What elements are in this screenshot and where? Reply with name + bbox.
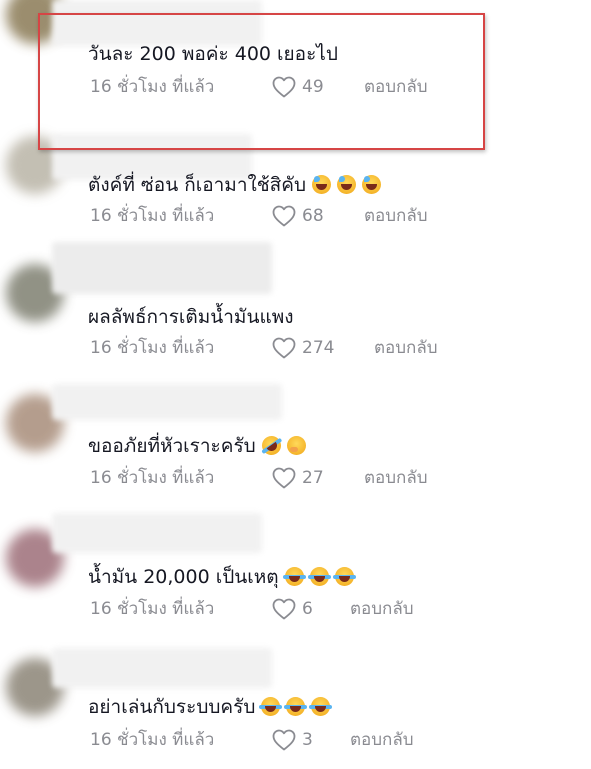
like-count: 3 bbox=[302, 730, 313, 750]
rolling-laughing-emoji bbox=[258, 432, 285, 459]
username-redacted bbox=[52, 0, 262, 46]
comment-text: ตังค์ที่ ซ่อน ก็เอามาใช้สิคับ bbox=[88, 173, 382, 197]
like-button[interactable]: 6 bbox=[272, 598, 313, 620]
comment-text: วันละ 200 พอค่ะ 400 เยอะไป bbox=[88, 43, 338, 65]
like-count: 274 bbox=[302, 338, 335, 358]
comment-time: 16 ชั่วโมง ที่แล้ว bbox=[90, 599, 215, 619]
grinning-sweat-emoji bbox=[337, 175, 357, 194]
reply-button[interactable]: ตอบกลับ bbox=[364, 467, 428, 489]
reply-button[interactable]: ตอบกลับ bbox=[364, 205, 428, 227]
comment-meta: 16 ชั่วโมง ที่แล้ว 68 ตอบกลับ bbox=[88, 205, 488, 229]
reply-button[interactable]: ตอบกลับ bbox=[350, 598, 414, 620]
comment-text: น้ำมัน 20,000 เป็นเหตุ bbox=[88, 565, 356, 589]
comment-time: 16 ชั่วโมง ที่แล้ว bbox=[90, 468, 215, 488]
like-button[interactable]: 49 bbox=[272, 76, 324, 98]
like-count: 68 bbox=[302, 206, 324, 226]
comment-time: 16 ชั่วโมง ที่แล้ว bbox=[90, 730, 215, 750]
comment-item: น้ำมัน 20,000 เป็นเหตุ 16 ชั่วโมง ที่แล้… bbox=[0, 513, 591, 653]
reply-button[interactable]: ตอบกลับ bbox=[374, 337, 438, 359]
username-redacted bbox=[52, 513, 262, 553]
like-button[interactable]: 274 bbox=[272, 337, 334, 359]
comment-time: 16 ชั่วโมง ที่แล้ว bbox=[90, 206, 215, 226]
comment-item: ขออภัยที่หัวเราะครับ 16 ชั่วโมง ที่แล้ว … bbox=[0, 384, 591, 522]
heart-outline-icon bbox=[272, 337, 296, 359]
heart-outline-icon bbox=[272, 598, 296, 620]
tears-of-joy-emoji bbox=[332, 567, 356, 586]
comment-item: อย่าเล่นกับระบบครับ 16 ชั่วโมง ที่แล้ว 3… bbox=[0, 648, 591, 769]
tears-of-joy-emoji bbox=[309, 697, 333, 716]
comment-time: 16 ชั่วโมง ที่แล้ว bbox=[90, 338, 215, 358]
comment-text: อย่าเล่นกับระบบครับ bbox=[88, 695, 333, 719]
tears-of-joy-emoji bbox=[282, 567, 306, 586]
comment-list: วันละ 200 พอค่ะ 400 เยอะไป 16 ชั่วโมง ที… bbox=[0, 0, 591, 769]
giggling-emoji bbox=[286, 436, 306, 455]
heart-outline-icon bbox=[272, 205, 296, 227]
reply-button[interactable]: ตอบกลับ bbox=[364, 76, 428, 98]
heart-outline-icon bbox=[272, 76, 296, 98]
comment-item: ตังค์ที่ ซ่อน ก็เอามาใช้สิคับ 16 ชั่วโมง… bbox=[0, 130, 591, 260]
comment-item: วันละ 200 พอค่ะ 400 เยอะไป 16 ชั่วโมง ที… bbox=[0, 0, 591, 130]
like-count: 6 bbox=[302, 599, 313, 619]
heart-outline-icon bbox=[272, 729, 296, 751]
comment-meta: 16 ชั่วโมง ที่แล้ว 3 ตอบกลับ bbox=[88, 729, 488, 753]
comment-text: ขออภัยที่หัวเราะครับ bbox=[88, 432, 306, 459]
like-button[interactable]: 3 bbox=[272, 729, 313, 751]
grinning-sweat-emoji bbox=[362, 175, 382, 194]
tears-of-joy-emoji bbox=[307, 567, 331, 586]
comment-item: ผลลัพธ์การเติมน้ำมันแพง 16 ชั่วโมง ที่แล… bbox=[0, 242, 591, 392]
like-count: 27 bbox=[302, 468, 324, 488]
like-count: 49 bbox=[302, 77, 324, 97]
comment-time: 16 ชั่วโมง ที่แล้ว bbox=[90, 77, 215, 97]
comment-meta: 16 ชั่วโมง ที่แล้ว 6 ตอบกลับ bbox=[88, 598, 488, 622]
heart-outline-icon bbox=[272, 467, 296, 489]
username-redacted bbox=[52, 242, 272, 294]
comment-meta: 16 ชั่วโมง ที่แล้ว 274 ตอบกลับ bbox=[88, 337, 488, 361]
tears-of-joy-emoji bbox=[284, 697, 308, 716]
username-redacted-peek bbox=[88, 412, 260, 426]
like-button[interactable]: 27 bbox=[272, 467, 324, 489]
reply-button[interactable]: ตอบกลับ bbox=[350, 729, 414, 751]
grinning-sweat-emoji bbox=[312, 175, 332, 194]
username-redacted bbox=[52, 648, 272, 688]
like-button[interactable]: 68 bbox=[272, 205, 324, 227]
comment-text: ผลลัพธ์การเติมน้ำมันแพง bbox=[88, 306, 294, 328]
comment-meta: 16 ชั่วโมง ที่แล้ว 49 ตอบกลับ bbox=[88, 76, 488, 100]
comment-meta: 16 ชั่วโมง ที่แล้ว 27 ตอบกลับ bbox=[88, 467, 488, 491]
tears-of-joy-emoji bbox=[259, 697, 283, 716]
